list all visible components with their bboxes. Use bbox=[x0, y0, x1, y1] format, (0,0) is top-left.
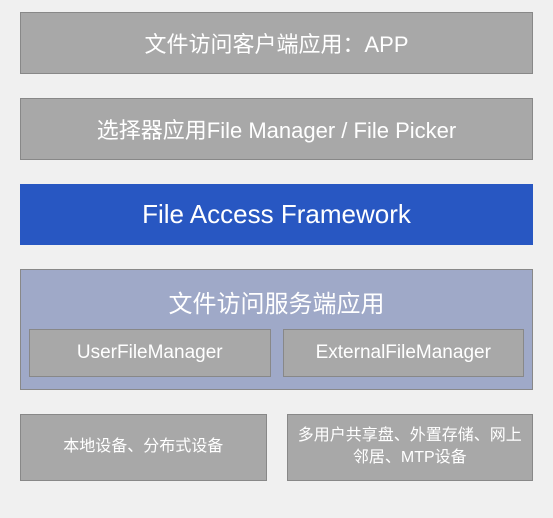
external-storage-label: 多用户共享盘、外置存储、网上邻居、MTP设备 bbox=[294, 425, 527, 470]
framework-layer-box: File Access Framework bbox=[20, 184, 533, 245]
user-file-manager-box: UserFileManager bbox=[29, 329, 271, 377]
local-storage-label: 本地设备、分布式设备 bbox=[63, 436, 223, 458]
picker-layer-box: 选择器应用File Manager / File Picker bbox=[20, 98, 533, 160]
server-layer-container: 文件访问服务端应用 UserFileManager ExternalFileMa… bbox=[20, 269, 533, 390]
external-file-manager-box: ExternalFileManager bbox=[283, 329, 525, 377]
local-storage-box: 本地设备、分布式设备 bbox=[20, 414, 267, 481]
server-layer-title: 文件访问服务端应用 bbox=[29, 278, 524, 329]
storage-layer-row: 本地设备、分布式设备 多用户共享盘、外置存储、网上邻居、MTP设备 bbox=[20, 414, 533, 481]
external-storage-box: 多用户共享盘、外置存储、网上邻居、MTP设备 bbox=[287, 414, 534, 481]
app-layer-label: 文件访问客户端应用：APP bbox=[144, 27, 408, 59]
external-file-manager-label: ExternalFileManager bbox=[316, 342, 491, 363]
app-layer-box: 文件访问客户端应用：APP bbox=[20, 12, 533, 74]
server-modules-row: UserFileManager ExternalFileManager bbox=[29, 329, 524, 377]
framework-layer-label: File Access Framework bbox=[142, 199, 411, 230]
picker-layer-label: 选择器应用File Manager / File Picker bbox=[97, 113, 456, 145]
user-file-manager-label: UserFileManager bbox=[77, 342, 223, 363]
